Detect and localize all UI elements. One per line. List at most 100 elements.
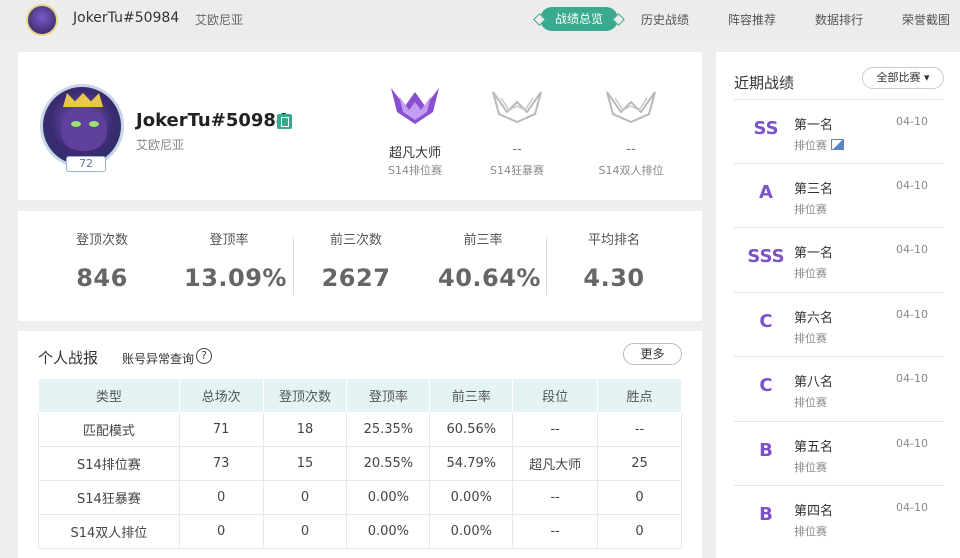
table-cell: 0 [178,514,264,549]
list-item[interactable]: C 第八名 排位赛 04-10 [734,356,944,420]
divider [546,237,547,295]
table-cell: 0.00% [429,480,514,515]
tab-honor[interactable]: 荣誉截图 [902,11,950,28]
tab-overview[interactable]: 战绩总览 [540,7,618,31]
stat-value: 2627 [321,264,391,292]
top-player-region: 艾欧尼亚 [195,13,244,27]
table-cell: 0.00% [346,480,431,515]
stat-top1-count: 登顶次数 846 [62,229,142,292]
match-mode: 排位赛 [794,461,827,474]
image-icon[interactable] [831,139,844,150]
list-item[interactable]: B 第五名 排位赛 04-10 [734,421,944,485]
rank-tier: -- [512,142,522,157]
stat-top3-rate: 前三率 40.64% [438,229,541,292]
tab-ranking[interactable]: 数据排行 [815,11,863,28]
table-cell: 25.35% [346,412,431,447]
stat-label: 平均排名 [587,233,640,248]
table-cell: S14双人排位 [38,514,180,549]
report-table: 类型 总场次 登顶次数 登顶率 前三率 段位 胜点 匹配模式 71 18 25.… [38,378,682,549]
stat-value: 4.30 [583,264,645,292]
grade-badge: SS [753,118,779,139]
master-emblem-icon [391,88,439,124]
unranked-emblem-icon [492,91,542,124]
match-place: 第八名 [794,375,834,390]
table-cell: -- [512,514,599,549]
report-card: 个人战报 账号异常查询 ? 更多 类型 总场次 登顶次数 登顶率 前三率 段位 … [18,331,702,558]
grade-badge: B [759,440,773,461]
table-cell: -- [512,480,599,515]
avatar-eye [89,121,99,127]
rank-mode: S14双人排位 [598,164,664,177]
copy-icon[interactable] [277,114,292,129]
table-cell: 54.79% [429,446,514,481]
col-top3-rate: 前三率 [429,378,514,413]
account-query-link[interactable]: 账号异常查询 [122,350,194,367]
match-place: 第三名 [794,182,834,197]
top-avatar[interactable] [26,4,58,36]
table-cell: 匹配模式 [38,412,180,447]
rank-duo: -- S14双人排位 [586,82,676,178]
avatar-eye [71,121,81,127]
divider [293,237,294,295]
match-filter-dropdown[interactable]: 全部比赛 ▾ [862,67,944,89]
col-lp: 胜点 [597,378,682,413]
match-mode: 排位赛 [794,525,827,538]
table-cell: 0 [262,480,348,515]
table-cell: 0 [597,480,682,515]
match-date: 04-10 [896,179,928,192]
table-cell: 超凡大师 [512,446,599,481]
match-place: 第五名 [794,440,834,455]
grade-badge: A [759,182,773,203]
col-tier: 段位 [512,378,599,413]
match-place: 第六名 [794,311,834,326]
profile-card: 72 JokerTu#50984 艾欧尼亚 超凡大师 S14排位赛 -- S14… [18,52,702,200]
match-place: 第一名 [794,118,834,133]
table-cell: -- [597,412,682,447]
match-mode-label: 排位赛 [794,139,827,152]
table-cell: S14狂暴赛 [38,480,180,515]
stat-value: 13.09% [184,264,287,292]
top-bar: JokerTu#50984 艾欧尼亚 战绩总览 历史战绩 阵容推荐 数据排行 荣… [0,0,960,40]
list-item[interactable]: SSS 第一名 排位赛 04-10 [734,227,944,291]
match-date: 04-10 [896,308,928,321]
unranked-emblem-icon [606,91,656,124]
grade-badge: SSS [747,246,785,267]
table-cell: 15 [262,446,348,481]
filter-label: 全部比赛 [876,71,921,84]
tab-lineup[interactable]: 阵容推荐 [728,11,776,28]
table-header-row: 类型 总场次 登顶次数 登顶率 前三率 段位 胜点 [38,378,682,413]
match-date: 04-10 [896,243,928,256]
grade-badge: C [759,311,773,332]
table-cell: S14排位赛 [38,446,180,481]
table-row: 匹配模式 71 18 25.35% 60.56% -- -- [38,412,682,447]
list-item[interactable]: A 第三名 排位赛 04-10 [734,163,944,227]
list-item[interactable]: C 第六名 排位赛 04-10 [734,292,944,356]
tab-history[interactable]: 历史战绩 [641,11,689,28]
stats-card: 登顶次数 846 登顶率 13.09% 前三次数 2627 前三率 40.64%… [18,211,702,321]
table-cell: 60.56% [429,412,514,447]
list-item[interactable]: B 第四名 排位赛 04-10 [734,485,944,549]
match-mode: 排位赛 [794,396,827,409]
player-name: JokerTu#50984 [136,110,289,131]
col-total: 总场次 [178,378,264,413]
level-badge: 72 [66,156,106,172]
match-mode: 排位赛 [794,203,827,216]
rank-mode: S14狂暴赛 [490,164,544,177]
table-cell: -- [512,412,599,447]
stat-label: 登顶次数 [75,233,128,248]
table-cell: 20.55% [346,446,431,481]
top-player-name: JokerTu#50984 [73,10,180,26]
table-cell: 73 [178,446,264,481]
table-cell: 0 [178,480,264,515]
help-icon[interactable]: ? [196,348,212,364]
chevron-down-icon: ▾ [923,71,930,84]
match-place: 第四名 [794,504,834,519]
more-button[interactable]: 更多 [623,343,682,365]
stat-top3-count: 前三次数 2627 [316,229,396,292]
list-item[interactable]: SS 第一名 排位赛 04-10 [734,99,944,163]
recent-matches-card: 近期战绩 全部比赛 ▾ SS 第一名 排位赛 04-10 A 第三名 排位赛 0… [716,52,960,558]
match-mode: 排位赛 [794,267,827,280]
col-top1-rate: 登顶率 [346,378,431,413]
rank-mode: S14排位赛 [388,164,442,177]
stat-value: 40.64% [438,264,541,292]
